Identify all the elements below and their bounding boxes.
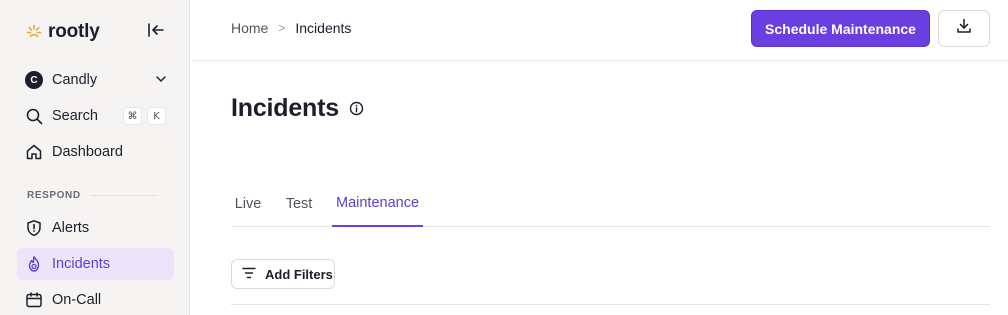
incident-tabs: Live Test Maintenance xyxy=(231,181,990,227)
tab-maintenance[interactable]: Maintenance xyxy=(332,181,423,227)
search-icon xyxy=(25,107,43,125)
brand-name: rootly xyxy=(48,21,100,42)
collapse-sidebar-button[interactable] xyxy=(146,22,166,42)
breadcrumb-home-link[interactable]: Home xyxy=(231,20,268,36)
tab-test[interactable]: Test xyxy=(283,181,315,227)
sidebar-item-label: Search xyxy=(52,108,98,124)
content-divider xyxy=(231,304,990,305)
search-shortcut: ⌘ K xyxy=(123,107,166,125)
breadcrumb-current: Incidents xyxy=(295,20,352,36)
breadcrumb-separator: > xyxy=(278,21,286,35)
collapse-sidebar-icon xyxy=(147,22,165,43)
sidebar-item-search[interactable]: Search ⌘ K xyxy=(17,100,174,132)
shield-alert-icon xyxy=(25,219,43,237)
info-icon[interactable] xyxy=(349,101,365,117)
sidebar-item-incidents[interactable]: Incidents xyxy=(17,248,174,280)
sidebar-item-alerts[interactable]: Alerts xyxy=(17,212,174,244)
download-icon xyxy=(955,17,973,40)
chevron-down-icon xyxy=(154,72,168,90)
shortcut-key-cmd: ⌘ xyxy=(123,107,142,125)
add-filters-button[interactable]: Add Filters xyxy=(231,259,335,289)
incident-flame-icon xyxy=(25,255,43,273)
sidebar-item-label: Dashboard xyxy=(52,144,123,160)
sidebar-item-label: On-Call xyxy=(52,292,102,308)
page-title-row: Incidents xyxy=(231,94,365,123)
calendar-icon xyxy=(25,291,43,309)
org-avatar: C xyxy=(25,71,43,89)
rootly-logo-icon xyxy=(26,24,42,40)
sidebar-item-label: Incidents xyxy=(52,256,111,272)
home-icon xyxy=(25,143,43,161)
shortcut-key-k: K xyxy=(147,107,166,125)
org-name: Candly xyxy=(52,72,98,88)
sidebar-item-label: Alerts xyxy=(52,220,90,236)
section-divider xyxy=(90,195,156,196)
breadcrumb: Home > Incidents xyxy=(231,20,351,36)
org-switcher[interactable]: C Candly xyxy=(17,64,174,96)
section-label-respond: RESPOND xyxy=(27,190,81,201)
add-filters-label: Add Filters xyxy=(265,266,333,282)
sidebar-item-dashboard[interactable]: Dashboard xyxy=(17,136,174,168)
tab-live[interactable]: Live xyxy=(231,181,265,227)
sidebar-item-oncall[interactable]: On-Call xyxy=(17,284,174,315)
sidebar: rootly C Candly Search ⌘ K Dashboard RES… xyxy=(0,0,190,315)
page-title: Incidents xyxy=(231,94,339,122)
download-button[interactable] xyxy=(938,10,990,47)
filter-icon xyxy=(242,267,256,282)
brand-logo[interactable]: rootly xyxy=(26,20,100,44)
schedule-maintenance-button[interactable]: Schedule Maintenance xyxy=(751,10,930,47)
